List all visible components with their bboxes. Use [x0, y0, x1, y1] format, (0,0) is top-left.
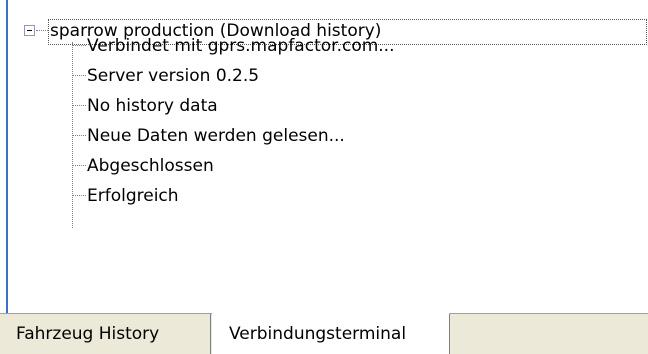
download-history-tree[interactable]: sparrow production (Download history) Ve… [8, 0, 648, 313]
tab-fahrzeug-history[interactable]: Fahrzeug History [0, 314, 211, 354]
tree-node-child[interactable]: Erfolgreich [72, 181, 632, 211]
tab-label: Fahrzeug History [16, 324, 160, 344]
tree-connector [73, 75, 86, 76]
tree-node-child[interactable]: No history data [72, 91, 632, 121]
tab-verbindungsterminal[interactable]: Verbindungsterminal [212, 313, 450, 354]
tree-connector [36, 30, 48, 31]
tree-node-child[interactable]: Neue Daten werden gelesen... [72, 121, 632, 151]
history-window: sparrow production (Download history) Ve… [0, 0, 648, 354]
tab-label: Verbindungsterminal [229, 324, 407, 344]
tree-node-child-label[interactable]: Verbindet mit gprs.mapfactor.com... [87, 31, 395, 61]
tree-node-child-label[interactable]: Neue Daten werden gelesen... [87, 121, 345, 151]
tree-node-child-label[interactable]: No history data [87, 91, 218, 121]
tree-node-child[interactable]: Abgeschlossen [72, 151, 632, 181]
tree-node-child[interactable]: Verbindet mit gprs.mapfactor.com... [72, 31, 632, 61]
tree-node-child[interactable]: Server version 0.2.5 [72, 61, 632, 91]
tree-node-child-label[interactable]: Abgeschlossen [87, 151, 214, 181]
tree-connector [73, 45, 86, 46]
tab-strip: Fahrzeug History Verbindungsterminal [0, 313, 648, 354]
tree-connector [73, 105, 86, 106]
tree-node-child-label[interactable]: Erfolgreich [87, 181, 179, 211]
tree-connector [73, 165, 86, 166]
collapse-icon[interactable] [24, 25, 35, 36]
tree-connector [73, 195, 86, 196]
tree-connector [73, 135, 86, 136]
tree-node-child-label[interactable]: Server version 0.2.5 [87, 61, 259, 91]
